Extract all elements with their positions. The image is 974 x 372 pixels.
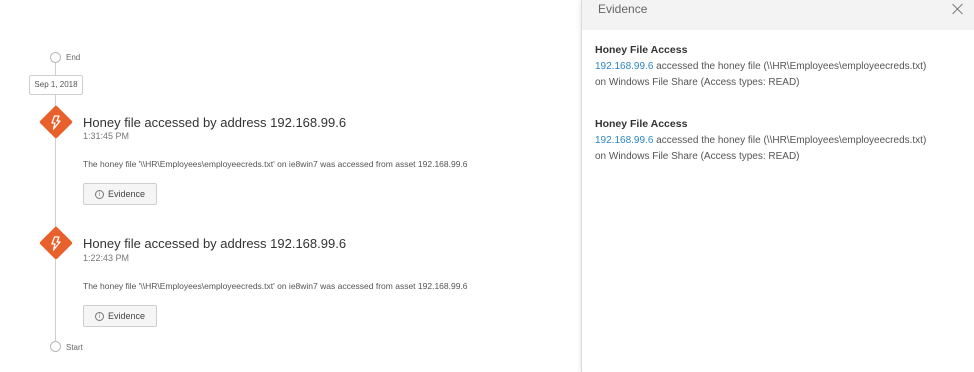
evidence-text-line1: accessed the honey file (\\HR\Employees\… bbox=[653, 135, 927, 146]
lightning-icon bbox=[39, 105, 73, 139]
evidence-button-label: Evidence bbox=[107, 311, 146, 321]
evidence-button[interactable]: i Evidence bbox=[83, 183, 157, 205]
event-time: 1:31:45 PM bbox=[83, 131, 130, 141]
evidence-item-title: Honey File Access bbox=[595, 44, 688, 56]
evidence-text-line1: accessed the honey file (\\HR\Employees\… bbox=[653, 61, 927, 72]
evidence-panel-header: Evidence bbox=[582, 0, 974, 30]
date-chip: Sep 1, 2018 bbox=[29, 75, 83, 95]
event-description: The honey file '\\HR\Employees\employeec… bbox=[83, 281, 468, 291]
timeline-end-node bbox=[50, 52, 61, 63]
evidence-panel-title: Evidence bbox=[598, 2, 648, 16]
evidence-item-text: 192.168.99.6 accessed the honey file (\\… bbox=[595, 59, 970, 91]
timeline: End Sep 1, 2018 Honey file accessed by a… bbox=[0, 0, 580, 372]
event-time: 1:22:43 PM bbox=[83, 253, 130, 263]
evidence-text-line2: on Windows File Share (Access types: REA… bbox=[595, 151, 800, 162]
timeline-start-label: Start bbox=[66, 343, 83, 352]
evidence-item-text: 192.168.99.6 accessed the honey file (\\… bbox=[595, 133, 970, 165]
timeline-start-node bbox=[50, 341, 61, 352]
lightning-icon bbox=[39, 226, 73, 260]
timeline-end-label: End bbox=[66, 53, 81, 62]
ip-link[interactable]: 192.168.99.6 bbox=[595, 135, 653, 146]
evidence-item: Honey File Access 192.168.99.6 accessed … bbox=[595, 118, 970, 165]
evidence-item: Honey File Access 192.168.99.6 accessed … bbox=[595, 44, 970, 91]
evidence-text-line2: on Windows File Share (Access types: REA… bbox=[595, 77, 800, 88]
evidence-item-title: Honey File Access bbox=[595, 118, 688, 130]
event-title: Honey file accessed by address 192.168.9… bbox=[83, 236, 347, 251]
info-icon: i bbox=[94, 189, 104, 199]
evidence-panel: Evidence Honey File Access 192.168.99.6 … bbox=[581, 0, 974, 372]
event-description: The honey file '\\HR\Employees\employeec… bbox=[83, 159, 468, 169]
event-title: Honey file accessed by address 192.168.9… bbox=[83, 115, 347, 130]
evidence-button[interactable]: i Evidence bbox=[83, 305, 157, 327]
ip-link[interactable]: 192.168.99.6 bbox=[595, 61, 653, 72]
close-icon[interactable] bbox=[951, 2, 965, 16]
info-icon: i bbox=[94, 311, 104, 321]
evidence-button-label: Evidence bbox=[107, 189, 146, 199]
